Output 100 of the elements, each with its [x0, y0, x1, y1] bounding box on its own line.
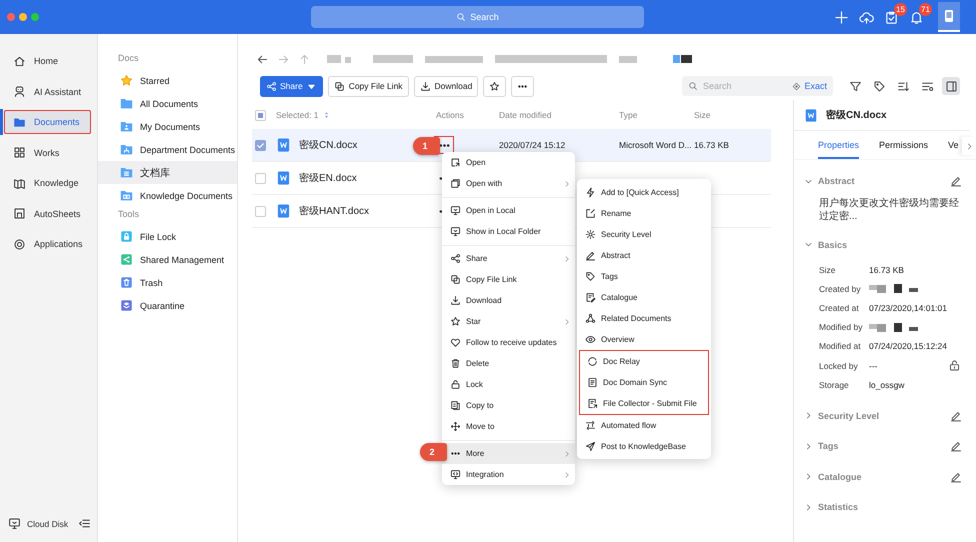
- nav-item[interactable]: AI Assistant: [4, 80, 91, 104]
- checkbox[interactable]: [255, 140, 266, 150]
- nav-item[interactable]: AutoSheets: [4, 202, 91, 226]
- menu-item[interactable]: Overview: [577, 328, 711, 350]
- column-header: Date modified: [499, 110, 552, 120]
- toolbar-button[interactable]: Copy File Link: [328, 76, 409, 96]
- checkbox[interactable]: [255, 172, 266, 184]
- menu-item[interactable]: Star: [442, 311, 575, 332]
- menu-item[interactable]: Show in Local Folder: [442, 221, 575, 242]
- menu-item[interactable]: Tags: [577, 266, 711, 286]
- star-icon: [489, 80, 500, 92]
- pen-icon[interactable]: [950, 470, 962, 483]
- menu-item[interactable]: Integration: [442, 464, 575, 485]
- menu-item[interactable]: Share: [442, 248, 575, 269]
- menu-item[interactable]: Rename: [577, 202, 711, 224]
- section-header[interactable]: Statistics: [804, 492, 962, 522]
- folder-item[interactable]: Trash: [98, 271, 237, 294]
- send-icon: [585, 440, 596, 452]
- checkbox[interactable]: [255, 206, 266, 216]
- menu-item[interactable]: Download: [442, 290, 575, 311]
- folder-item[interactable]: All Documents: [98, 92, 237, 115]
- star-button[interactable]: [483, 76, 506, 96]
- file-name[interactable]: 密级HANT.docx: [299, 204, 370, 218]
- grid-icon: [13, 146, 26, 160]
- menu-item[interactable]: Lock: [442, 374, 575, 395]
- nav-item[interactable]: Applications: [4, 232, 91, 256]
- share-icon: [266, 80, 277, 92]
- exact-toggle[interactable]: Exact: [792, 81, 827, 91]
- section-header[interactable]: Catalogue: [804, 461, 962, 492]
- menu-item[interactable]: Open in Local: [442, 200, 575, 221]
- folder-item[interactable]: Department Documents: [98, 138, 237, 161]
- collapse-icon[interactable]: [78, 517, 91, 530]
- menu-item[interactable]: More: [442, 443, 575, 464]
- chevron-right-icon: [563, 470, 571, 478]
- section-heading: Tools: [117, 209, 140, 221]
- menu-item[interactable]: Move to: [442, 416, 575, 437]
- section-header[interactable]: Abstract: [804, 166, 962, 196]
- plus-icon[interactable]: [834, 10, 849, 24]
- back-arrow-icon[interactable]: [256, 52, 269, 66]
- window-controls[interactable]: [6, 12, 40, 22]
- tag-icon: [872, 80, 886, 92]
- menu-item[interactable]: Automated flow: [577, 414, 711, 436]
- menu-item[interactable]: Open with: [442, 173, 575, 194]
- cloud-disk-link[interactable]: Cloud Disk: [27, 518, 72, 528]
- pen-icon[interactable]: [950, 440, 962, 452]
- panel-icon: [944, 80, 958, 92]
- menu-item[interactable]: Catalogue: [577, 286, 711, 308]
- search-icon: [456, 12, 466, 22]
- menu-item[interactable]: Doc Relay: [580, 350, 708, 372]
- menu-item[interactable]: File Collector - Submit File: [580, 392, 708, 414]
- menu-item[interactable]: Related Documents: [577, 308, 711, 328]
- nav-item[interactable]: Home: [4, 49, 91, 74]
- menu-item[interactable]: Copy to: [442, 395, 575, 416]
- folder-item[interactable]: Quarantine: [98, 294, 237, 317]
- file-name[interactable]: 密级EN.docx: [299, 171, 357, 185]
- share-icon: [120, 253, 133, 266]
- count-badge: 71: [919, 2, 932, 16]
- menu-item[interactable]: Doc Domain Sync: [580, 372, 708, 392]
- folder-item[interactable]: Starred: [98, 69, 237, 92]
- book-icon: [13, 176, 26, 190]
- menu-item[interactable]: Security Level: [577, 224, 711, 244]
- folder-item[interactable]: Shared Management: [98, 248, 237, 271]
- select-all-checkbox[interactable]: [255, 110, 266, 120]
- panel-tool[interactable]: [942, 77, 960, 95]
- menu-item[interactable]: Copy File Link: [442, 269, 575, 290]
- menu-item[interactable]: Abstract: [577, 244, 711, 266]
- gear-icon: [585, 228, 596, 240]
- document-icon: [276, 203, 291, 219]
- profile-button[interactable]: [938, 2, 960, 32]
- unlock-icon[interactable]: [948, 359, 961, 372]
- folder-item[interactable]: Knowledge Documents: [98, 184, 237, 207]
- toolbar-button[interactable]: Download: [414, 76, 478, 96]
- document-icon: [804, 108, 818, 122]
- tab[interactable]: Ve: [948, 131, 959, 159]
- chevron-right-icon: [563, 450, 571, 458]
- section-header[interactable]: Basics: [804, 230, 962, 260]
- tab[interactable]: Permissions: [879, 131, 928, 159]
- folder-item[interactable]: My Documents: [98, 115, 237, 138]
- folder-item[interactable]: File Lock: [98, 225, 237, 248]
- pen-icon[interactable]: [950, 410, 962, 422]
- tag-icon: [585, 270, 596, 282]
- menu-item[interactable]: Follow to receive updates: [442, 332, 575, 353]
- section-header[interactable]: Tags: [804, 430, 962, 462]
- search-field[interactable]: Search Exact: [682, 76, 833, 96]
- pen-icon[interactable]: [950, 175, 962, 188]
- menu-item[interactable]: Post to KnowledgeBase: [577, 436, 711, 456]
- folder-icon: [120, 120, 133, 133]
- share-button[interactable]: Share: [260, 76, 323, 96]
- menu-item[interactable]: Delete: [442, 353, 575, 374]
- circle-arrows-icon: [587, 356, 598, 366]
- nav-item[interactable]: Knowledge: [4, 171, 91, 196]
- section-header[interactable]: Security Level: [804, 400, 962, 431]
- nav-item[interactable]: Works: [4, 140, 91, 165]
- cloud-icon[interactable]: [859, 10, 874, 24]
- step-badge: 2: [420, 443, 447, 461]
- menu-item[interactable]: Add to [Quick Access]: [577, 182, 711, 202]
- chevron-right-icon: [804, 502, 813, 512]
- file-name[interactable]: 密级CN.docx: [299, 138, 358, 152]
- folder-item[interactable]: 文档库: [98, 161, 237, 184]
- tab[interactable]: Properties: [818, 131, 860, 159]
